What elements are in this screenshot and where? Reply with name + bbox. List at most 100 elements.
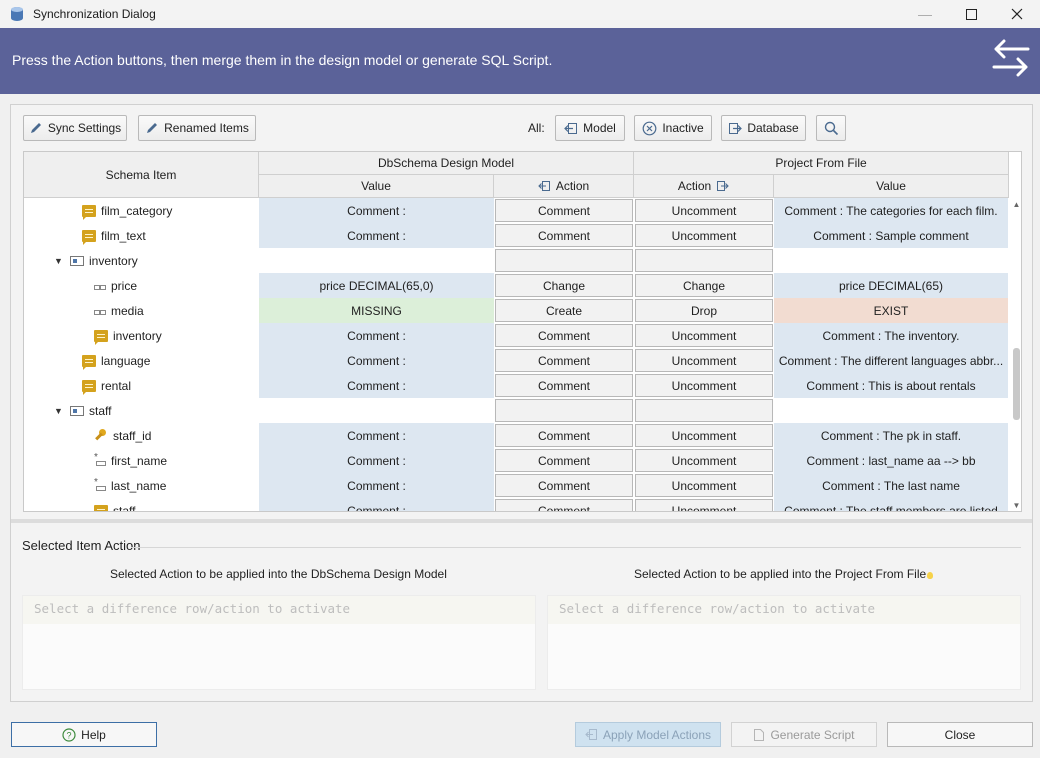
right-value-cell: Comment : The staff members are listed xyxy=(774,498,1008,511)
renamed-items-button[interactable]: Renamed Items xyxy=(138,115,256,141)
schema-item-cell[interactable]: first_name xyxy=(24,448,258,473)
pane-splitter[interactable] xyxy=(11,519,1032,523)
table-row[interactable]: staff_id Comment : Comment Uncomment Comment… xyxy=(24,423,1008,448)
close-button[interactable]: Close xyxy=(887,722,1033,747)
right-action-button[interactable]: Change xyxy=(635,274,773,297)
table-row[interactable]: rental Comment : Comment Uncomment Comment :… xyxy=(24,373,1008,398)
right-value-cell: Comment : The categories for each film. xyxy=(774,198,1008,223)
schema-item-cell[interactable]: ▼ inventory xyxy=(24,248,258,273)
minimize-button[interactable]: — xyxy=(902,0,948,28)
help-button[interactable]: ? Help xyxy=(11,722,157,747)
table-row[interactable]: inventory Comment : Comment Uncomment Commen… xyxy=(24,323,1008,348)
left-action-button[interactable]: Comment xyxy=(495,449,633,472)
database-app-icon xyxy=(9,6,25,22)
generate-script-button[interactable]: Generate Script xyxy=(731,722,877,747)
left-action-button[interactable]: Comment xyxy=(495,374,633,397)
right-action-button[interactable]: Uncomment xyxy=(635,374,773,397)
right-value-cell: Comment : The pk in staff. xyxy=(774,423,1008,448)
table-row[interactable]: film_text Comment : Comment Uncomment Commen… xyxy=(24,223,1008,248)
comment-icon xyxy=(82,354,96,370)
left-action-button[interactable]: Create xyxy=(495,299,633,322)
table-row[interactable]: first_name Comment :CommentUncommentComme… xyxy=(24,448,1008,473)
schema-item-cell[interactable]: language xyxy=(24,348,258,373)
right-action-button[interactable]: Uncomment xyxy=(635,474,773,497)
header-right-action[interactable]: Action xyxy=(634,175,774,198)
close-window-button[interactable] xyxy=(994,0,1040,28)
comment-icon xyxy=(82,379,96,395)
schema-item-name: language xyxy=(101,353,151,368)
right-action-button[interactable]: Uncomment xyxy=(635,424,773,447)
left-action-button[interactable]: Comment xyxy=(495,324,633,347)
table-row[interactable]: last_name Comment :CommentUncommentCommen… xyxy=(24,473,1008,498)
right-action-button[interactable]: Drop xyxy=(635,299,773,322)
schema-item-name: first_name xyxy=(111,453,168,468)
scrollbar-thumb[interactable] xyxy=(1013,348,1020,420)
schema-item-cell[interactable]: rental xyxy=(24,373,258,398)
scroll-down-arrow-icon[interactable]: ▼ xyxy=(1011,499,1021,511)
all-database-button[interactable]: Database xyxy=(721,115,806,141)
schema-item-cell[interactable]: staff_id xyxy=(24,423,258,448)
key-icon xyxy=(94,428,108,443)
schema-item-cell[interactable]: staff xyxy=(24,498,258,511)
right-action-button[interactable]: Uncomment xyxy=(635,199,773,222)
right-action-button[interactable]: Uncomment xyxy=(635,224,773,247)
close-icon xyxy=(1011,8,1023,20)
scroll-up-arrow-icon[interactable]: ▲ xyxy=(1011,198,1021,210)
left-action-button[interactable]: Change xyxy=(495,274,633,297)
table-row[interactable]: ▼ inventory xyxy=(24,248,1008,273)
left-action-button[interactable]: Comment xyxy=(495,224,633,247)
expand-caret-icon[interactable]: ▼ xyxy=(54,406,64,416)
header-left-value[interactable]: Value xyxy=(259,175,494,198)
schema-item-cell[interactable]: ▼ staff xyxy=(24,398,258,423)
import-right-icon xyxy=(717,181,729,191)
right-action-textarea[interactable]: Select a difference row/action to activa… xyxy=(547,595,1021,690)
left-action-button[interactable]: Comment xyxy=(495,349,633,372)
right-action-button[interactable] xyxy=(635,249,773,272)
header-left-action[interactable]: Action xyxy=(494,175,634,198)
left-action-button[interactable]: Comment xyxy=(495,474,633,497)
instruction-banner: Press the Action buttons, then merge the… xyxy=(0,28,1040,94)
apply-icon xyxy=(585,729,597,740)
schema-item-cell[interactable]: price xyxy=(24,273,258,298)
maximize-button[interactable] xyxy=(948,0,994,28)
table-row[interactable]: ▼ staff xyxy=(24,398,1008,423)
table-row[interactable]: media MISSING Create Drop EXIST xyxy=(24,298,1008,323)
schema-item-cell[interactable]: film_category xyxy=(24,198,258,223)
left-action-button[interactable]: Comment xyxy=(495,199,633,222)
header-right-value[interactable]: Value xyxy=(774,175,1009,198)
schema-item-cell[interactable]: inventory xyxy=(24,323,258,348)
all-model-button[interactable]: Model xyxy=(555,115,625,141)
left-value-cell: Comment : xyxy=(259,473,494,498)
left-action-button[interactable]: Comment xyxy=(495,424,633,447)
schema-item-cell[interactable]: media xyxy=(24,298,258,323)
schema-item-name: inventory xyxy=(89,253,138,268)
help-icon: ? xyxy=(62,727,76,742)
right-action-button[interactable]: Uncomment xyxy=(635,449,773,472)
schema-item-name: staff xyxy=(89,403,112,418)
schema-item-cell[interactable]: film_text xyxy=(24,223,258,248)
right-action-button[interactable] xyxy=(635,399,773,422)
left-value-cell: Comment : xyxy=(259,448,494,473)
left-action-button[interactable]: Comment xyxy=(495,499,633,511)
selected-item-action-title: Selected Item Action xyxy=(22,538,141,553)
right-action-button[interactable]: Uncomment xyxy=(635,349,773,372)
expand-caret-icon[interactable]: ▼ xyxy=(54,256,64,266)
sync-settings-button[interactable]: Sync Settings xyxy=(23,115,127,141)
right-action-button[interactable]: Uncomment xyxy=(635,499,773,511)
table-row[interactable]: language Comment : Comment Uncomment Comment… xyxy=(24,348,1008,373)
table-row[interactable]: price price DECIMAL(65,0) Change Change pric… xyxy=(24,273,1008,298)
apply-model-actions-button[interactable]: Apply Model Actions xyxy=(575,722,721,747)
right-action-button[interactable]: Uncomment xyxy=(635,324,773,347)
search-button[interactable] xyxy=(816,115,846,141)
table-row[interactable]: staff Comment : Comment Uncomment Comment : … xyxy=(24,498,1008,511)
grid-scrollbar[interactable]: ▲ ▼ xyxy=(1011,198,1021,511)
schema-item-cell[interactable]: last_name xyxy=(24,473,258,498)
sync-grid: Schema Item DbSchema Design Model Projec… xyxy=(23,151,1022,512)
left-action-textarea[interactable]: Select a difference row/action to activa… xyxy=(22,595,536,690)
left-action-button[interactable] xyxy=(495,399,633,422)
all-inactive-button[interactable]: Inactive xyxy=(634,115,712,141)
left-action-button[interactable] xyxy=(495,249,633,272)
table-row[interactable]: film_category Comment : Comment Uncomment Co… xyxy=(24,198,1008,223)
comment-icon xyxy=(94,504,108,511)
header-schema-item[interactable]: Schema Item xyxy=(24,152,259,198)
